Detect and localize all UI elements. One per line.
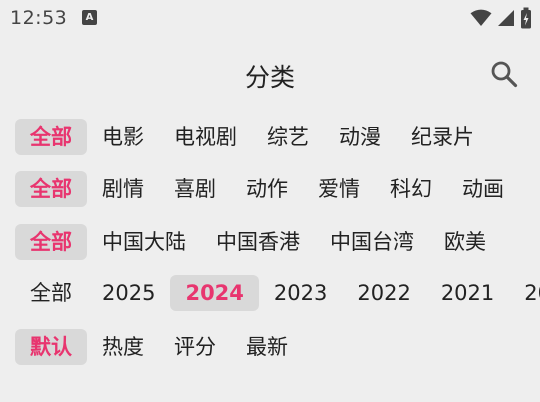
filter-chip-genre[interactable]: 全部: [15, 171, 87, 207]
filter-chip-sort[interactable]: 热度: [87, 329, 159, 365]
filter-chip-year[interactable]: 2025: [87, 275, 170, 311]
filter-row-region: 全部 中国大陆 中国香港 中国台湾 欧美: [15, 223, 540, 261]
page-title: 分类: [244, 63, 295, 92]
filter-chip-sort[interactable]: 默认: [15, 329, 87, 365]
filter-row-year: 全部202520242023202220212020: [15, 274, 540, 312]
filter-chip-type[interactable]: 纪录片: [396, 119, 489, 155]
filter-chip-type[interactable]: 综艺: [252, 119, 324, 155]
filter-row-type: 全部 电影 电视剧 综艺 动漫 纪录片: [15, 118, 540, 156]
filter-chip-region[interactable]: 中国香港: [201, 224, 315, 260]
app-notification-icon: A: [82, 10, 97, 25]
filter-chip-sort[interactable]: 最新: [231, 329, 303, 365]
filter-row-sort: 默认 热度 评分 最新: [15, 328, 540, 366]
filter-chip-year[interactable]: 全部: [15, 275, 87, 311]
wifi-icon: [470, 9, 492, 26]
search-icon: [491, 61, 518, 88]
filter-chip-genre[interactable]: 动作: [231, 171, 303, 207]
filter-chip-type[interactable]: 电影: [87, 119, 159, 155]
filter-chip-genre[interactable]: 科幻: [375, 171, 447, 207]
filter-chip-region[interactable]: 中国台湾: [315, 224, 429, 260]
status-bar: 12:53 A: [0, 0, 540, 38]
app-header: 分类: [0, 50, 540, 100]
filter-chip-type[interactable]: 电视剧: [159, 119, 252, 155]
filter-chip-sort[interactable]: 评分: [159, 329, 231, 365]
filter-chip-genre[interactable]: 动画: [447, 171, 519, 207]
status-icons: [470, 7, 532, 29]
filter-chip-type[interactable]: 全部: [15, 119, 87, 155]
filter-chip-year[interactable]: 2023: [259, 275, 342, 311]
battery-charging-icon: [521, 7, 531, 29]
filter-row-genre: 全部 剧情 喜剧 动作 爱情 科幻 动画: [15, 170, 540, 208]
filter-chip-region[interactable]: 欧美: [429, 224, 501, 260]
filter-chip-genre[interactable]: 爱情: [303, 171, 375, 207]
filter-chip-genre[interactable]: 喜剧: [159, 171, 231, 207]
filter-chip-year[interactable]: 2021: [426, 275, 509, 311]
filter-chip-year[interactable]: 2022: [342, 275, 425, 311]
filter-chip-region[interactable]: 中国大陆: [87, 224, 201, 260]
signal-icon: [498, 10, 514, 26]
filter-chip-year[interactable]: 2024: [170, 275, 259, 311]
filter-chip-type[interactable]: 动漫: [324, 119, 396, 155]
filter-chip-genre[interactable]: 剧情: [87, 171, 159, 207]
status-time: 12:53: [10, 7, 68, 29]
filter-chip-region[interactable]: 全部: [15, 224, 87, 260]
filter-chip-year[interactable]: 2020: [509, 275, 540, 311]
search-button[interactable]: [488, 58, 520, 90]
